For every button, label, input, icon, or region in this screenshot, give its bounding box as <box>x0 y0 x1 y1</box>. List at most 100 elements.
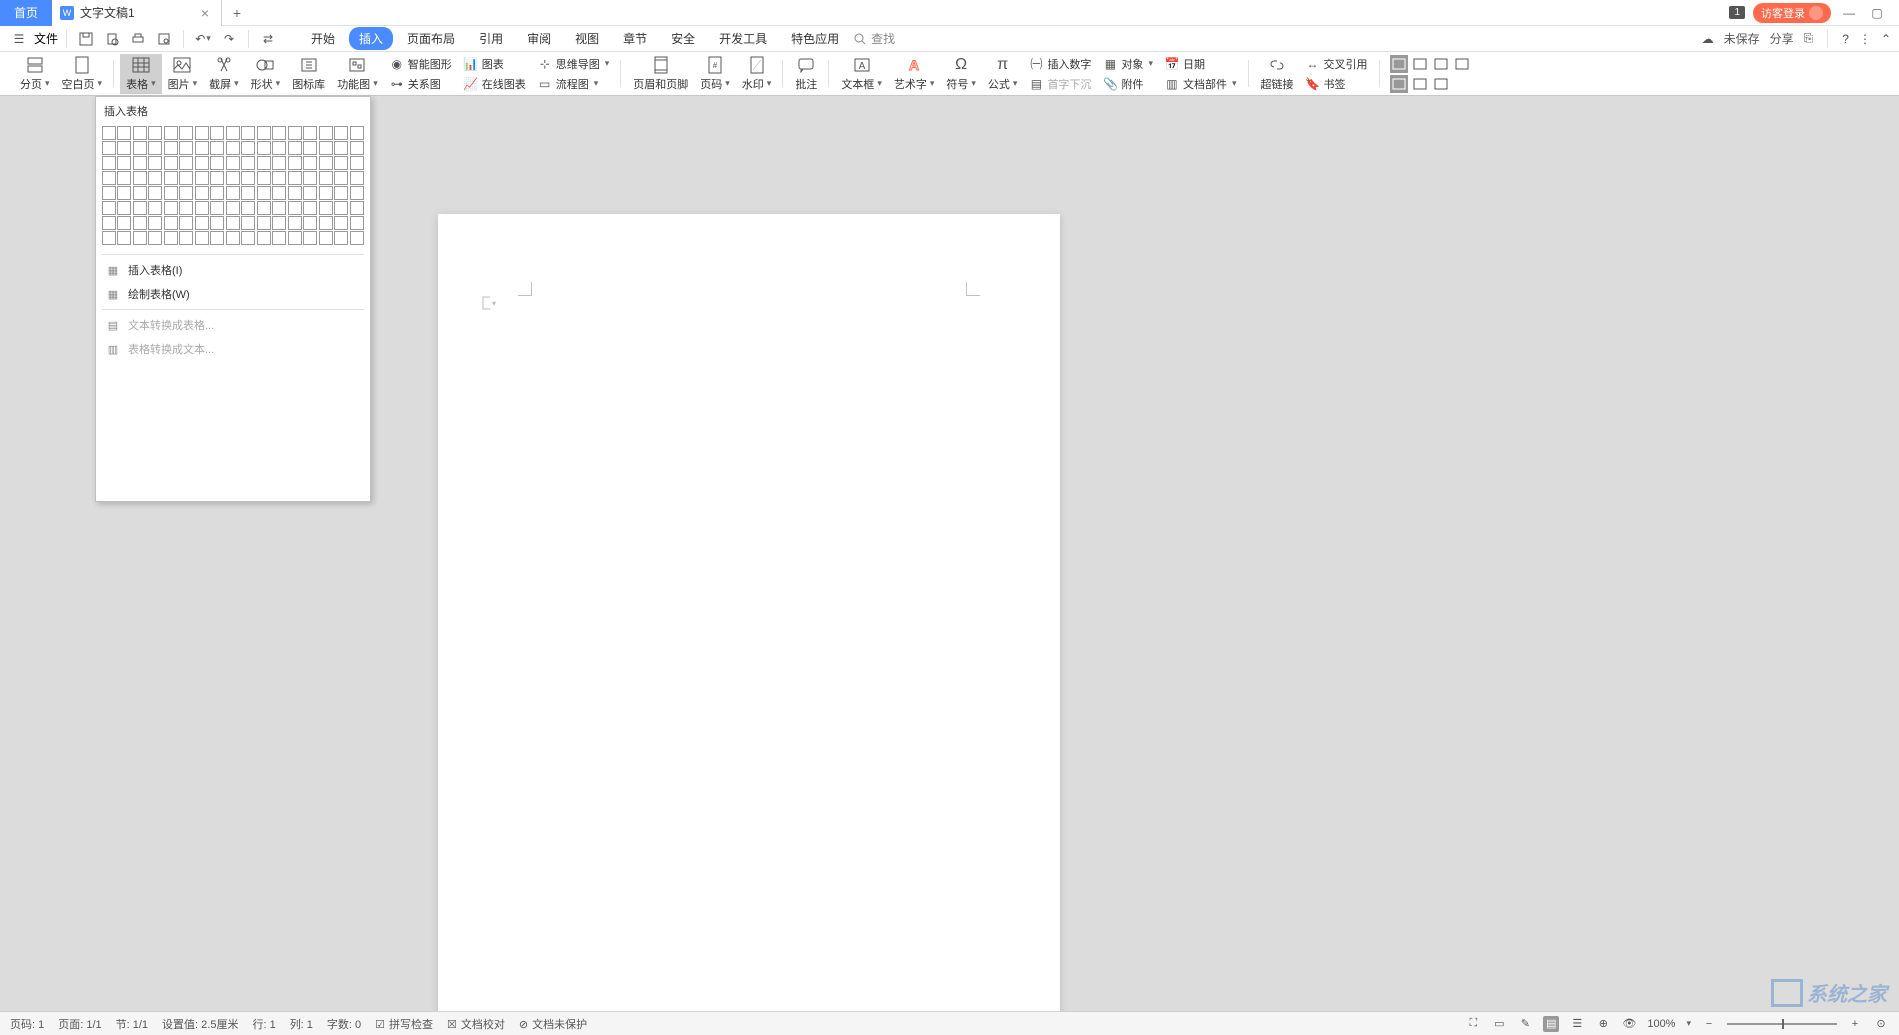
export-icon[interactable]: ⎘ <box>1804 31 1814 46</box>
status-line[interactable]: 行: 1 <box>252 1016 275 1032</box>
table-grid-cell[interactable] <box>334 141 348 155</box>
table-grid-cell[interactable] <box>164 216 178 230</box>
table-grid-cell[interactable] <box>117 216 131 230</box>
status-spellcheck[interactable]: ☑拼写检查 <box>375 1016 433 1032</box>
table-grid-cell[interactable] <box>102 141 116 155</box>
table-grid-cell[interactable] <box>288 186 302 200</box>
table-grid-cell[interactable] <box>303 231 317 245</box>
hamburger-icon[interactable]: ☰ <box>8 28 30 50</box>
table-grid-cell[interactable] <box>241 141 255 155</box>
section-box-2-icon[interactable] <box>1411 55 1429 73</box>
table-grid-cell[interactable] <box>257 126 271 140</box>
table-grid-cell[interactable] <box>319 216 333 230</box>
table-grid-cell[interactable] <box>350 186 364 200</box>
table-grid-cell[interactable] <box>148 171 162 185</box>
outline-view-icon[interactable]: ☰ <box>1569 1016 1585 1032</box>
read-mode-icon[interactable]: ▭ <box>1491 1016 1507 1032</box>
bookmark-button[interactable]: 🔖书签 <box>1304 75 1370 93</box>
cloud-sync-icon[interactable]: ☁ <box>1702 32 1714 46</box>
status-word-count[interactable]: 字数: 0 <box>327 1016 361 1032</box>
table-grid-cell[interactable] <box>102 126 116 140</box>
home-tab[interactable]: 首页 <box>0 0 52 26</box>
comment-button[interactable]: 批注 <box>789 54 823 94</box>
insert-number-button[interactable]: ㈠插入数字 <box>1027 55 1093 73</box>
eye-mode-icon[interactable]: 👁 <box>1621 1016 1637 1032</box>
table-grid-cell[interactable] <box>272 231 286 245</box>
table-grid-cell[interactable] <box>257 171 271 185</box>
format-painter-icon[interactable]: ⇄ <box>257 28 279 50</box>
watermark-button[interactable]: 水印▾ <box>736 54 778 94</box>
table-grid-cell[interactable] <box>133 186 147 200</box>
status-column[interactable]: 列: 1 <box>290 1016 313 1032</box>
share-button[interactable]: 分享 <box>1770 30 1794 47</box>
tab-view[interactable]: 视图 <box>565 27 609 50</box>
table-grid-cell[interactable] <box>350 216 364 230</box>
table-grid-cell[interactable] <box>148 156 162 170</box>
table-grid-cell[interactable] <box>303 171 317 185</box>
table-grid-cell[interactable] <box>257 156 271 170</box>
table-grid-cell[interactable] <box>226 201 240 215</box>
table-grid-cell[interactable] <box>303 141 317 155</box>
table-grid-cell[interactable] <box>319 126 333 140</box>
table-grid-cell[interactable] <box>303 216 317 230</box>
table-grid-cell[interactable] <box>226 141 240 155</box>
table-grid-cell[interactable] <box>241 186 255 200</box>
hyperlink-button[interactable]: 超链接 <box>1255 54 1300 94</box>
table-grid-cell[interactable] <box>334 216 348 230</box>
table-grid-cell[interactable] <box>179 126 193 140</box>
table-grid-cell[interactable] <box>334 186 348 200</box>
table-grid-cell[interactable] <box>241 126 255 140</box>
table-grid-cell[interactable] <box>102 201 116 215</box>
insert-table-menu[interactable]: ▦ 插入表格(I) <box>96 258 370 282</box>
web-view-icon[interactable]: ⊕ <box>1595 1016 1611 1032</box>
print-preview-icon[interactable] <box>101 28 123 50</box>
table-grid-cell[interactable] <box>210 171 224 185</box>
table-grid-cell[interactable] <box>288 231 302 245</box>
table-grid-cell[interactable] <box>117 156 131 170</box>
status-position[interactable]: 设置值: 2.5厘米 <box>162 1016 238 1032</box>
table-grid-cell[interactable] <box>133 126 147 140</box>
table-grid-cell[interactable] <box>272 126 286 140</box>
relation-diagram-button[interactable]: ⊶关系图 <box>388 75 454 93</box>
table-grid-cell[interactable] <box>179 201 193 215</box>
cross-ref-button[interactable]: ↔交叉引用 <box>1304 55 1370 73</box>
tab-start[interactable]: 开始 <box>301 27 345 50</box>
page-action-icon[interactable]: ▾ <box>482 296 496 310</box>
section-box-7-icon[interactable] <box>1432 75 1450 93</box>
table-grid-cell[interactable] <box>102 156 116 170</box>
table-grid-cell[interactable] <box>226 231 240 245</box>
table-grid-cell[interactable] <box>195 186 209 200</box>
table-button[interactable]: 表格▾ <box>120 54 162 94</box>
table-grid-cell[interactable] <box>319 141 333 155</box>
tab-references[interactable]: 引用 <box>469 27 513 50</box>
table-grid-cell[interactable] <box>241 171 255 185</box>
table-grid-cell[interactable] <box>350 171 364 185</box>
zoom-in-icon[interactable]: + <box>1847 1016 1863 1032</box>
collapse-ribbon-icon[interactable]: ⌃ <box>1881 32 1891 46</box>
table-grid-cell[interactable] <box>148 186 162 200</box>
table-grid-cell[interactable] <box>117 186 131 200</box>
table-grid-cell[interactable] <box>272 216 286 230</box>
status-page[interactable]: 页面: 1/1 <box>58 1016 101 1032</box>
tab-security[interactable]: 安全 <box>661 27 705 50</box>
table-grid-cell[interactable] <box>117 171 131 185</box>
table-grid-cell[interactable] <box>148 216 162 230</box>
table-grid-cell[interactable] <box>288 171 302 185</box>
print-icon[interactable] <box>127 28 149 50</box>
table-grid-cell[interactable] <box>133 141 147 155</box>
table-grid-cell[interactable] <box>226 171 240 185</box>
table-grid-cell[interactable] <box>117 201 131 215</box>
table-grid-cell[interactable] <box>319 201 333 215</box>
table-grid-cell[interactable] <box>148 231 162 245</box>
redo-icon[interactable]: ↷ <box>218 28 240 50</box>
status-page-code[interactable]: 页码: 1 <box>10 1016 44 1032</box>
symbol-button[interactable]: Ω 符号▾ <box>940 54 982 94</box>
chart-button[interactable]: 📊图表 <box>462 55 528 73</box>
table-grid-cell[interactable] <box>195 201 209 215</box>
table-grid-cell[interactable] <box>133 156 147 170</box>
tab-devtools[interactable]: 开发工具 <box>709 27 777 50</box>
smart-shape-button[interactable]: ◉智能图形 <box>388 55 454 73</box>
table-grid-cell[interactable] <box>210 141 224 155</box>
mindmap-button[interactable]: ⊹思维导图▾ <box>536 55 612 73</box>
table-grid-cell[interactable] <box>102 216 116 230</box>
